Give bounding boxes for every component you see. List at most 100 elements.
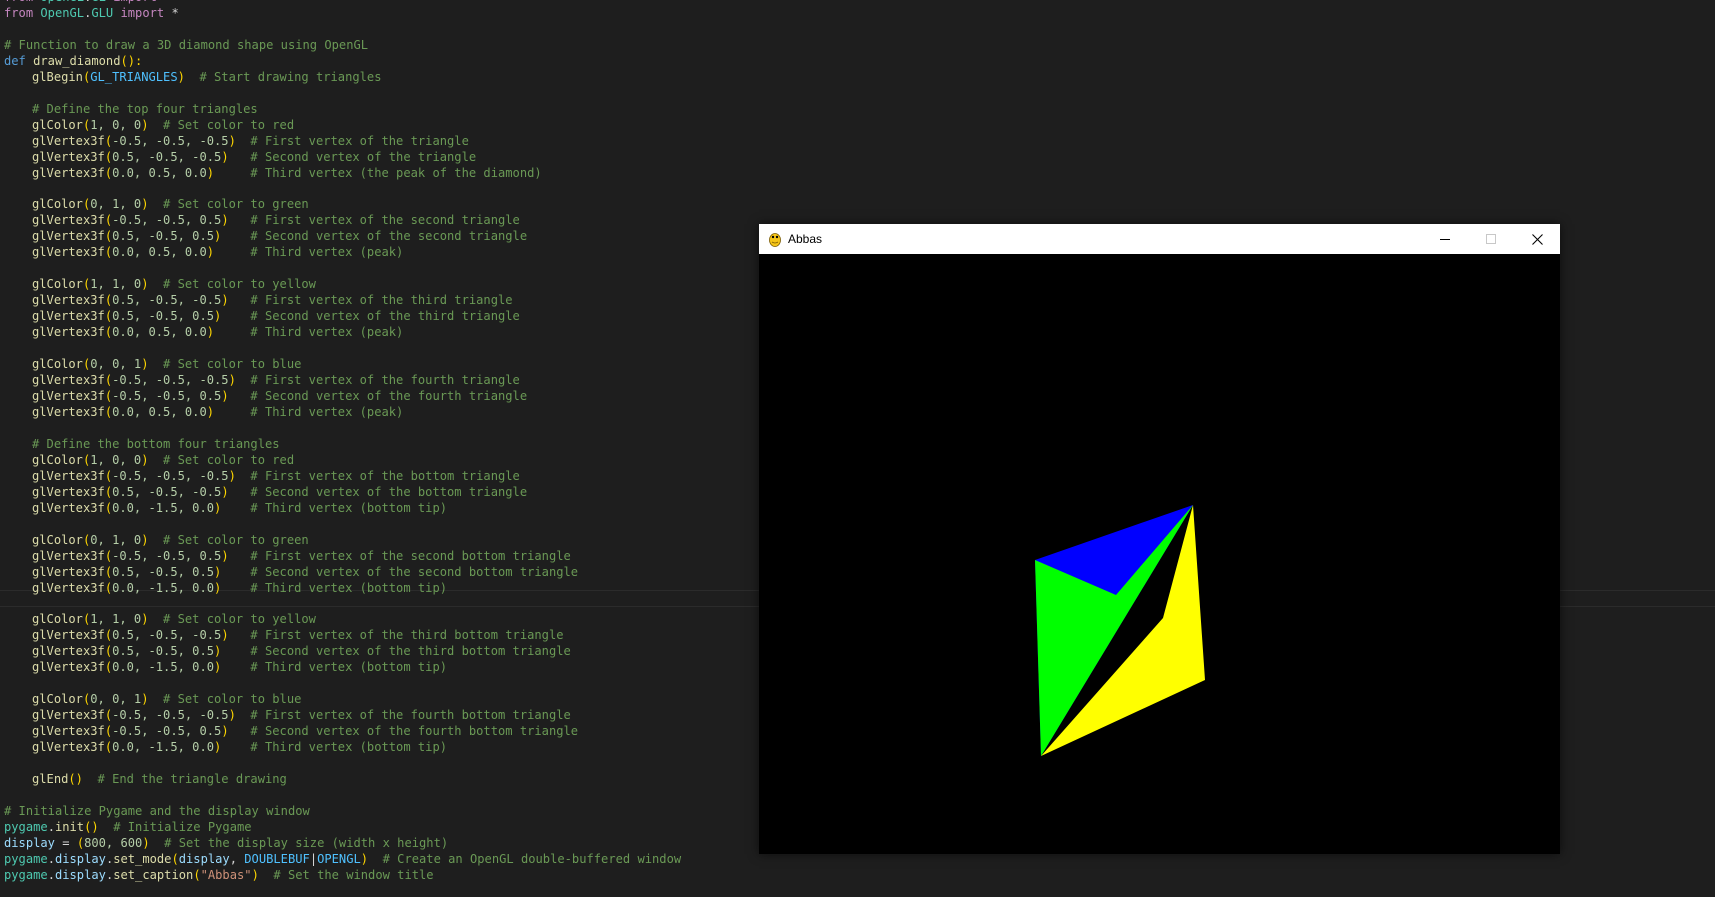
- code-token: (: [104, 708, 113, 723]
- code-line[interactable]: glVertex3f(0.0, 0.5, 0.0) # Third vertex…: [32, 245, 403, 261]
- code-line[interactable]: def draw_diamond():: [4, 54, 142, 70]
- code-token: # Second vertex of the fourth triangle: [228, 389, 528, 403]
- code-line[interactable]: glVertex3f(0.5, -0.5, 0.5) # Second vert…: [32, 229, 527, 245]
- code-line[interactable]: glVertex3f(-0.5, -0.5, -0.5) # First ver…: [32, 373, 520, 389]
- code-token: glVertex3f: [32, 644, 105, 659]
- code-line[interactable]: glBegin(GL_TRIANGLES) # Start drawing tr…: [32, 70, 382, 86]
- minimize-button[interactable]: [1422, 224, 1468, 254]
- code-token: glVertex3f: [32, 309, 105, 324]
- code-line[interactable]: glVertex3f(0.0, -1.5, 0.0) # Third verte…: [32, 501, 447, 517]
- code-line[interactable]: glVertex3f(-0.5, -0.5, 0.5) # Second ver…: [32, 724, 578, 740]
- code-token: # First vertex of the second triangle: [228, 213, 520, 228]
- code-line[interactable]: glColor(0, 1, 0) # Set color to green: [32, 197, 309, 213]
- code-line[interactable]: glVertex3f(-0.5, -0.5, 0.5) # First vert…: [32, 549, 571, 565]
- code-line[interactable]: glVertex3f(0.0, -1.5, 0.0) # Third verte…: [32, 740, 447, 756]
- minimize-icon: [1440, 239, 1450, 240]
- code-line[interactable]: glVertex3f(0.0, 0.5, 0.0) # Third vertex…: [32, 166, 542, 182]
- code-line[interactable]: glColor(1, 1, 0) # Set color to yellow: [32, 277, 316, 293]
- code-token: 0.5, -0.5, 0.5: [112, 229, 215, 244]
- maximize-button[interactable]: [1468, 224, 1514, 254]
- code-token: ): [228, 133, 236, 148]
- code-line[interactable]: from OpenGL.GLU import *: [4, 6, 179, 22]
- code-token: (: [104, 404, 113, 419]
- code-line[interactable]: glVertex3f(0.0, 0.5, 0.0) # Third vertex…: [32, 405, 403, 421]
- code-token: -0.5, -0.5, -0.5: [112, 468, 229, 483]
- code-line[interactable]: glColor(0, 1, 0) # Set color to green: [32, 533, 309, 549]
- close-button[interactable]: [1514, 224, 1560, 254]
- code-token: pygame: [4, 851, 48, 866]
- code-token: glVertex3f: [32, 628, 105, 643]
- code-line[interactable]: # Define the bottom four triangles: [32, 437, 280, 453]
- code-token: # Second vertex of the bottom triangle: [228, 484, 528, 499]
- code-line[interactable]: glVertex3f(0.5, -0.5, -0.5) # First vert…: [32, 628, 564, 644]
- code-token: 0, 1, 0: [90, 197, 142, 212]
- code-token: OpenGL: [40, 0, 84, 4]
- code-line[interactable]: glVertex3f(0.5, -0.5, -0.5) # Second ver…: [32, 150, 476, 166]
- code-token: # Start drawing triangles: [184, 69, 382, 84]
- code-line[interactable]: glEnd() # End the triangle drawing: [32, 772, 287, 788]
- code-token: # Second vertex of the second triangle: [221, 229, 528, 244]
- code-line[interactable]: pygame.init() # Initialize Pygame: [4, 820, 252, 836]
- code-token: glVertex3f: [32, 404, 105, 419]
- code-line[interactable]: glColor(1, 0, 0) # Set color to red: [32, 453, 294, 469]
- code-line[interactable]: glColor(0, 0, 1) # Set color to blue: [32, 357, 301, 373]
- code-line[interactable]: glVertex3f(-0.5, -0.5, 0.5) # First vert…: [32, 213, 520, 229]
- code-line[interactable]: glVertex3f(0.5, -0.5, 0.5) # Second vert…: [32, 309, 520, 325]
- code-line[interactable]: pygame.display.set_caption("Abbas") # Se…: [4, 868, 434, 884]
- code-token: 0.0, -1.5, 0.0: [112, 740, 215, 755]
- code-line[interactable]: glVertex3f(0.5, -0.5, 0.5) # Second vert…: [32, 644, 571, 660]
- code-line[interactable]: glColor(0, 0, 1) # Set color to blue: [32, 692, 301, 708]
- code-token: # First vertex of the fourth bottom tria…: [235, 708, 571, 723]
- code-line[interactable]: pygame.display.set_mode(display, DOUBLEB…: [4, 852, 681, 868]
- code-line[interactable]: glVertex3f(-0.5, -0.5, 0.5) # Second ver…: [32, 389, 527, 405]
- code-line[interactable]: glColor(1, 1, 0) # Set color to yellow: [32, 612, 316, 628]
- code-token: DOUBLEBUF: [244, 851, 310, 866]
- code-line[interactable]: glColor(1, 0, 0) # Set color to red: [32, 118, 294, 134]
- code-line[interactable]: glVertex3f(-0.5, -0.5, -0.5) # First ver…: [32, 708, 571, 724]
- code-token: # Define the bottom four triangles: [32, 436, 280, 451]
- code-token: (: [104, 213, 113, 228]
- code-token: glBegin: [32, 69, 83, 84]
- code-token: *: [164, 0, 171, 4]
- code-token: OpenGL: [40, 5, 85, 20]
- code-token: glColor: [32, 452, 83, 467]
- code-token: ,: [229, 851, 245, 866]
- code-token: 0.5, -0.5, -0.5: [112, 628, 222, 643]
- code-line[interactable]: # Initialize Pygame and the display wind…: [4, 804, 310, 820]
- code-token: glVertex3f: [32, 548, 105, 563]
- code-token: 0.5, -0.5, 0.5: [112, 644, 215, 659]
- window-titlebar[interactable]: Abbas: [759, 224, 1560, 254]
- code-token: init: [54, 819, 85, 834]
- code-line[interactable]: display = (800, 600) # Set the display s…: [4, 836, 448, 852]
- code-line[interactable]: glVertex3f(-0.5, -0.5, -0.5) # First ver…: [32, 134, 469, 150]
- code-token: # Define the top four triangles: [32, 101, 258, 116]
- code-token: 0, 0, 1: [90, 357, 142, 372]
- code-line[interactable]: # Define the top four triangles: [32, 102, 258, 118]
- code-token: glVertex3f: [32, 724, 105, 739]
- code-token: ): [141, 357, 149, 372]
- code-token: import: [113, 5, 172, 20]
- code-token: ): [141, 117, 149, 132]
- code-line[interactable]: glVertex3f(0.5, -0.5, -0.5) # First vert…: [32, 293, 513, 309]
- code-token: display: [54, 851, 106, 866]
- code-token: glColor: [32, 277, 83, 292]
- code-line[interactable]: glVertex3f(-0.5, -0.5, -0.5) # First ver…: [32, 469, 520, 485]
- code-line[interactable]: # Function to draw a 3D diamond shape us…: [4, 38, 368, 54]
- code-token: # Second vertex of the fourth bottom tri…: [228, 724, 579, 739]
- code-token: (): [84, 819, 99, 834]
- code-line[interactable]: glVertex3f(0.0, -1.5, 0.0) # Third verte…: [32, 660, 447, 676]
- code-line[interactable]: glVertex3f(0.0, -1.5, 0.0) # Third verte…: [32, 581, 447, 597]
- code-token: .: [47, 819, 55, 834]
- code-token: 0.0, -1.5, 0.0: [112, 580, 215, 595]
- code-line[interactable]: glVertex3f(0.5, -0.5, 0.5) # Second vert…: [32, 565, 578, 581]
- code-line[interactable]: glVertex3f(0.0, 0.5, 0.0) # Third vertex…: [32, 325, 403, 341]
- code-token: glVertex3f: [32, 389, 105, 403]
- code-token: ): [206, 245, 215, 260]
- opengl-canvas[interactable]: [759, 254, 1560, 854]
- code-line[interactable]: glVertex3f(0.5, -0.5, -0.5) # Second ver…: [32, 485, 527, 501]
- code-token: ): [141, 197, 149, 212]
- code-token: .: [47, 851, 55, 866]
- window-title: Abbas: [788, 232, 823, 246]
- pygame-window[interactable]: Abbas: [759, 224, 1560, 854]
- code-token: # Set color to blue: [148, 692, 302, 707]
